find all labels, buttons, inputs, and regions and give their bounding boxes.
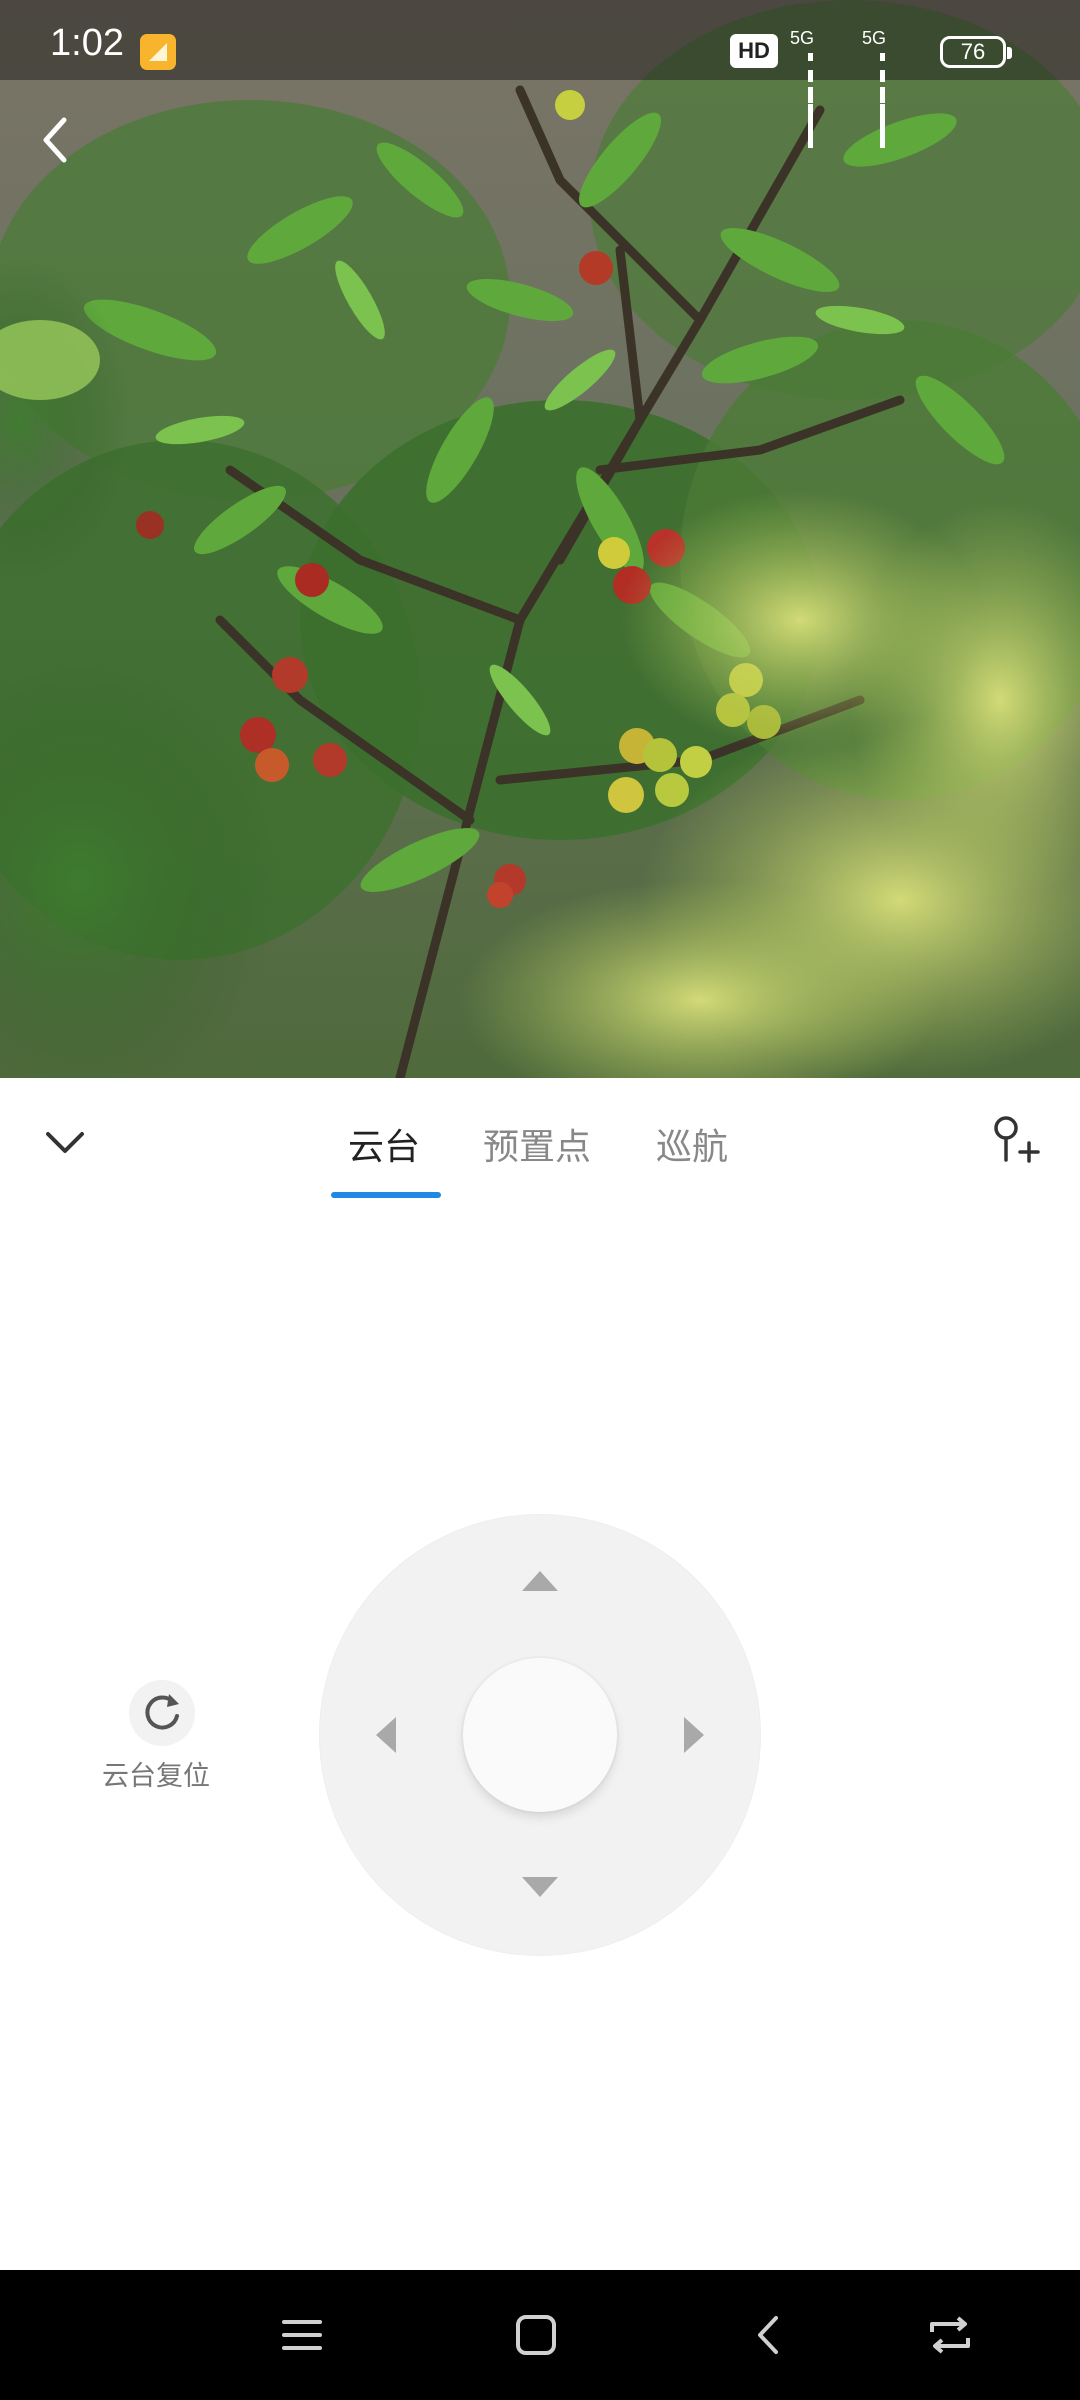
menu-icon (282, 2320, 322, 2350)
back-icon (758, 2316, 778, 2354)
joystick-knob[interactable] (463, 1658, 617, 1812)
tab-presets[interactable]: 预置点 (483, 1118, 591, 1170)
ptz-joystick[interactable] (320, 1515, 760, 1955)
tab-cruise[interactable]: 巡航 (656, 1118, 728, 1170)
ptz-tab-bar: 云台 预置点 巡航 (0, 1078, 1080, 1204)
ptz-reset-label: 云台复位 (102, 1761, 210, 1792)
chevron-left-icon (43, 117, 67, 163)
active-tab-indicator (331, 1192, 441, 1198)
video-frame-image (0, 0, 1080, 1078)
back-button[interactable] (30, 110, 80, 170)
home-icon (516, 2315, 556, 2355)
nav-switch-button[interactable] (922, 2310, 978, 2360)
reset-icon-bg (129, 1680, 195, 1746)
system-nav-bar (0, 2270, 1080, 2400)
nav-home-button[interactable] (508, 2310, 564, 2360)
status-time: 1:02 (50, 22, 124, 64)
battery-icon: 76 (940, 36, 1012, 68)
pan-left-button[interactable] (376, 1717, 396, 1753)
pan-up-button[interactable] (522, 1571, 558, 1591)
chevron-down-icon (46, 1132, 84, 1153)
pan-right-button[interactable] (684, 1717, 704, 1753)
nav-back-button[interactable] (742, 2310, 798, 2360)
ptz-reset-button[interactable]: 云台复位 (96, 1680, 216, 1792)
nav-menu-button[interactable] (274, 2310, 330, 2360)
collapse-button[interactable] (40, 1118, 90, 1168)
camera-video-feed[interactable]: 1:02 HD 5G 5G 76 (0, 0, 1080, 1078)
hd-voice-icon: HD (730, 34, 778, 68)
pan-down-button[interactable] (522, 1877, 558, 1897)
rotate-icon (145, 1694, 179, 1730)
add-preset-button[interactable] (988, 1114, 1044, 1170)
notification-icon (140, 34, 176, 70)
switch-icon (930, 2316, 970, 2354)
tab-ptz[interactable]: 云台 (348, 1118, 420, 1170)
status-bar: 1:02 HD 5G 5G 76 (0, 0, 1080, 148)
pin-add-icon (994, 1116, 1040, 1163)
